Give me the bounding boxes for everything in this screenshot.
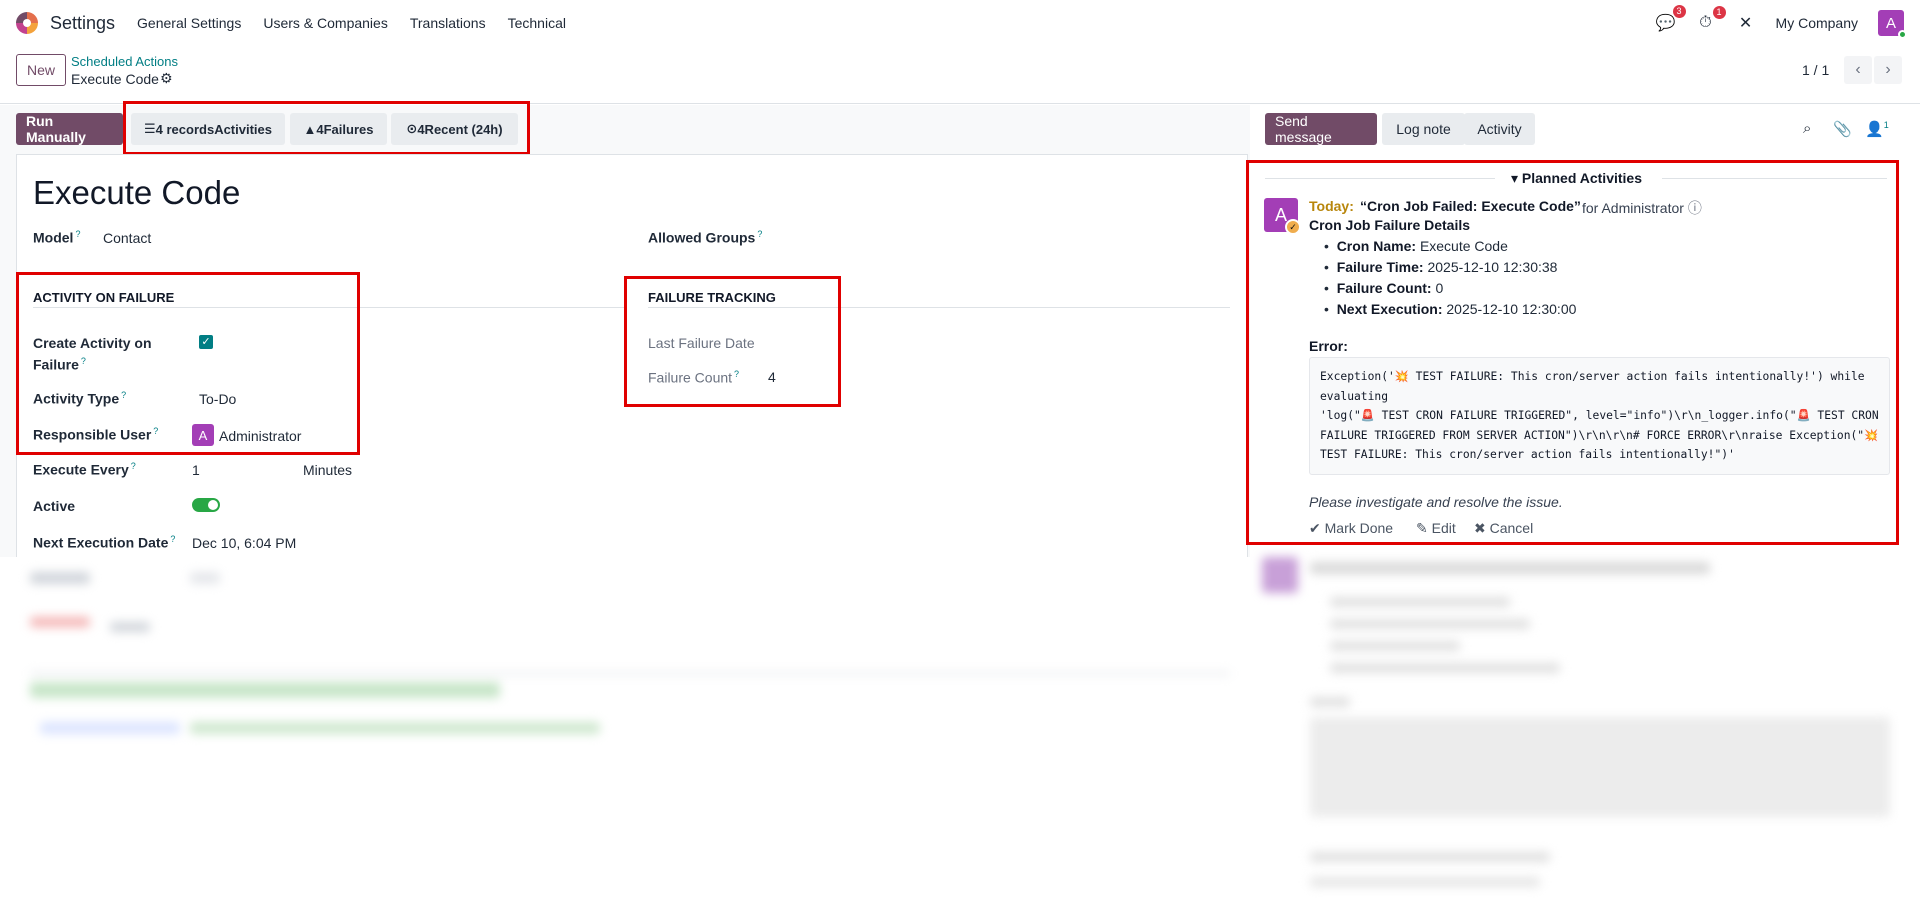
blurred-content [30,672,1230,675]
blurred-content [1330,619,1530,629]
messages-icon[interactable]: 💬 3 [1656,5,1686,33]
blurred-content [1330,597,1510,607]
messages-badge: 3 [1672,5,1686,18]
menu-users-companies[interactable]: Users & Companies [263,15,388,31]
user-avatar[interactable]: A [1878,10,1907,39]
highlight-activity-on-failure [16,272,360,455]
blurred-content [40,722,180,734]
allowed-groups-label: Allowed Groups? [648,229,762,246]
activities-clock-icon[interactable]: ⏱ 1 [1696,6,1726,32]
help-icon[interactable]: ? [131,461,136,471]
highlight-planned-activity [1246,160,1899,545]
company-switcher[interactable]: My Company [1776,15,1858,31]
record-name: Execute Code [71,71,159,87]
blurred-content [1310,852,1550,862]
help-icon[interactable]: ? [757,229,762,239]
blurred-content [1310,877,1540,887]
help-icon[interactable]: ? [75,229,80,239]
followers-count: 1 [1883,120,1889,130]
blurred-content [30,572,90,584]
log-note-button[interactable]: Log note [1382,113,1465,145]
blurred-content [1310,717,1890,817]
pager-value[interactable]: 1 / 1 [1802,62,1829,78]
menu-general-settings[interactable]: General Settings [137,15,241,31]
blurred-content [190,722,600,734]
help-icon[interactable]: ? [170,534,175,544]
followers-icon[interactable]: 👤1 [1865,120,1889,138]
pager-previous-button[interactable]: ‹ [1844,56,1872,84]
user-avatar-initial: A [1885,14,1896,32]
next-execution-date-label: Next Execution Date? [33,534,175,551]
blurred-content [30,682,500,698]
paperclip-icon[interactable]: 📎 [1833,120,1852,138]
model-value[interactable]: Contact [103,230,151,246]
execute-every-value[interactable]: 1 [192,462,200,478]
model-label-text: Model [33,229,74,246]
top-navbar: Settings General Settings Users & Compan… [0,0,1920,46]
model-label: Model? [33,229,80,246]
run-manually-button[interactable]: Run Manually [16,113,123,145]
blurred-content [30,617,90,627]
active-label: Active [33,498,76,514]
highlight-smart-buttons [123,101,530,155]
menu-technical[interactable]: Technical [508,15,566,31]
blurred-region [0,557,1920,911]
blurred-content [1330,663,1560,673]
debug-tools-icon[interactable]: ✕ [1736,13,1756,33]
execute-every-label: Execute Every? [33,461,136,478]
gear-icon[interactable]: ⚙ [160,70,173,87]
allowed-groups-label-text: Allowed Groups [648,229,756,246]
new-button[interactable]: New [16,54,67,86]
next-execution-date-label-text: Next Execution Date [33,534,169,551]
breadcrumb[interactable]: Scheduled Actions [71,54,178,69]
blurred-content [1310,697,1350,707]
online-status-dot [1898,30,1907,39]
activity-button[interactable]: Activity [1464,113,1535,145]
execute-every-label-text: Execute Every [33,461,129,478]
send-message-button[interactable]: Send message [1265,113,1377,145]
pager-next-button[interactable]: › [1874,56,1902,84]
blurred-content [110,622,150,632]
odoo-logo-icon[interactable] [16,12,38,34]
next-execution-date-value[interactable]: Dec 10, 6:04 PM [192,535,296,551]
blurred-content [190,572,220,584]
search-icon[interactable]: ⌕ [1803,120,1811,137]
blurred-content [1262,557,1298,593]
blurred-content [1310,562,1710,574]
app-name[interactable]: Settings [50,13,115,34]
activities-badge: 1 [1712,6,1726,19]
control-panel: New Scheduled Actions Execute Code ⚙ 1 /… [0,46,1920,104]
active-toggle[interactable] [192,498,220,512]
execute-every-unit[interactable]: Minutes [303,462,352,478]
menu-translations[interactable]: Translations [410,15,486,31]
record-title[interactable]: Execute Code [33,174,240,212]
highlight-failure-tracking [624,276,841,407]
blurred-content [1330,641,1460,651]
